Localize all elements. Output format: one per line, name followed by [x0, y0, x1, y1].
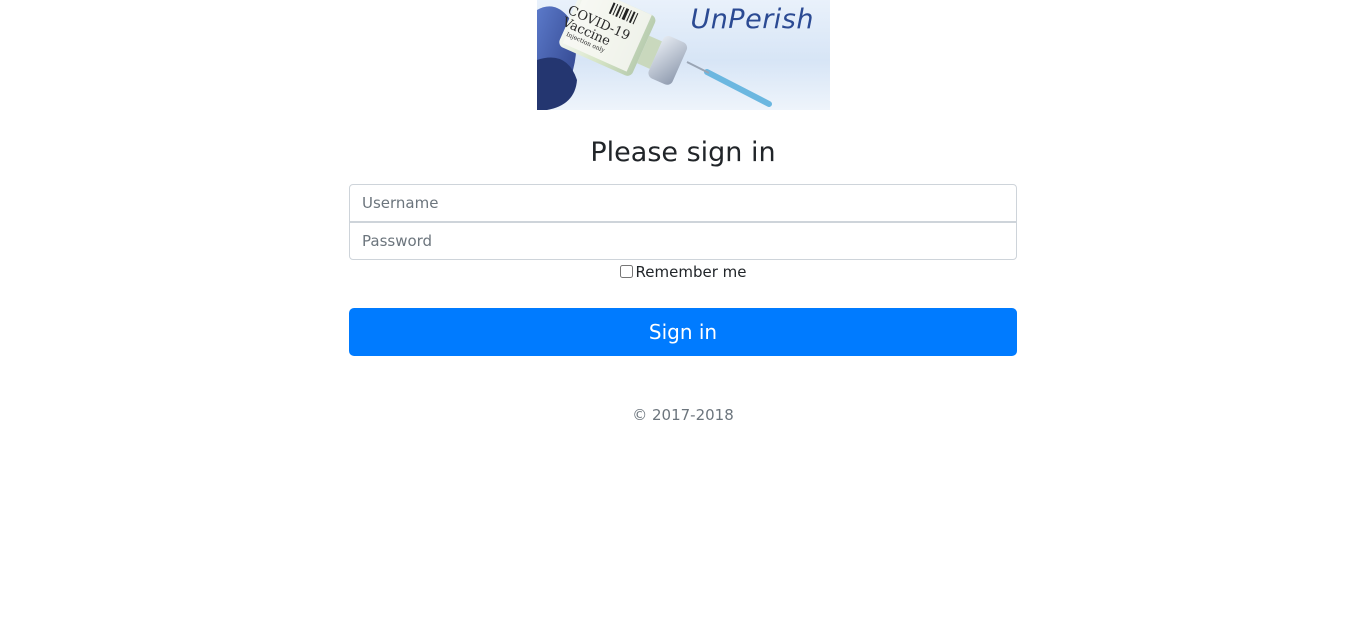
page-title: Please sign in — [590, 137, 776, 168]
remember-me-checkbox[interactable] — [619, 265, 633, 278]
remember-me-control[interactable]: Remember me — [619, 263, 747, 281]
copyright-text: © 2017-2018 — [632, 406, 734, 424]
remember-me-row: Remember me — [0, 263, 1366, 281]
sign-in-button[interactable]: Sign in — [349, 308, 1017, 356]
username-input[interactable] — [349, 184, 1017, 222]
remember-me-label[interactable]: Remember me — [636, 263, 747, 281]
login-page: COVID-19 Vaccine Injection only UnPerish… — [0, 0, 1366, 625]
brand-logo: COVID-19 Vaccine Injection only UnPerish — [537, 0, 830, 110]
brand-name: UnPerish — [690, 4, 814, 35]
password-input[interactable] — [349, 222, 1017, 260]
